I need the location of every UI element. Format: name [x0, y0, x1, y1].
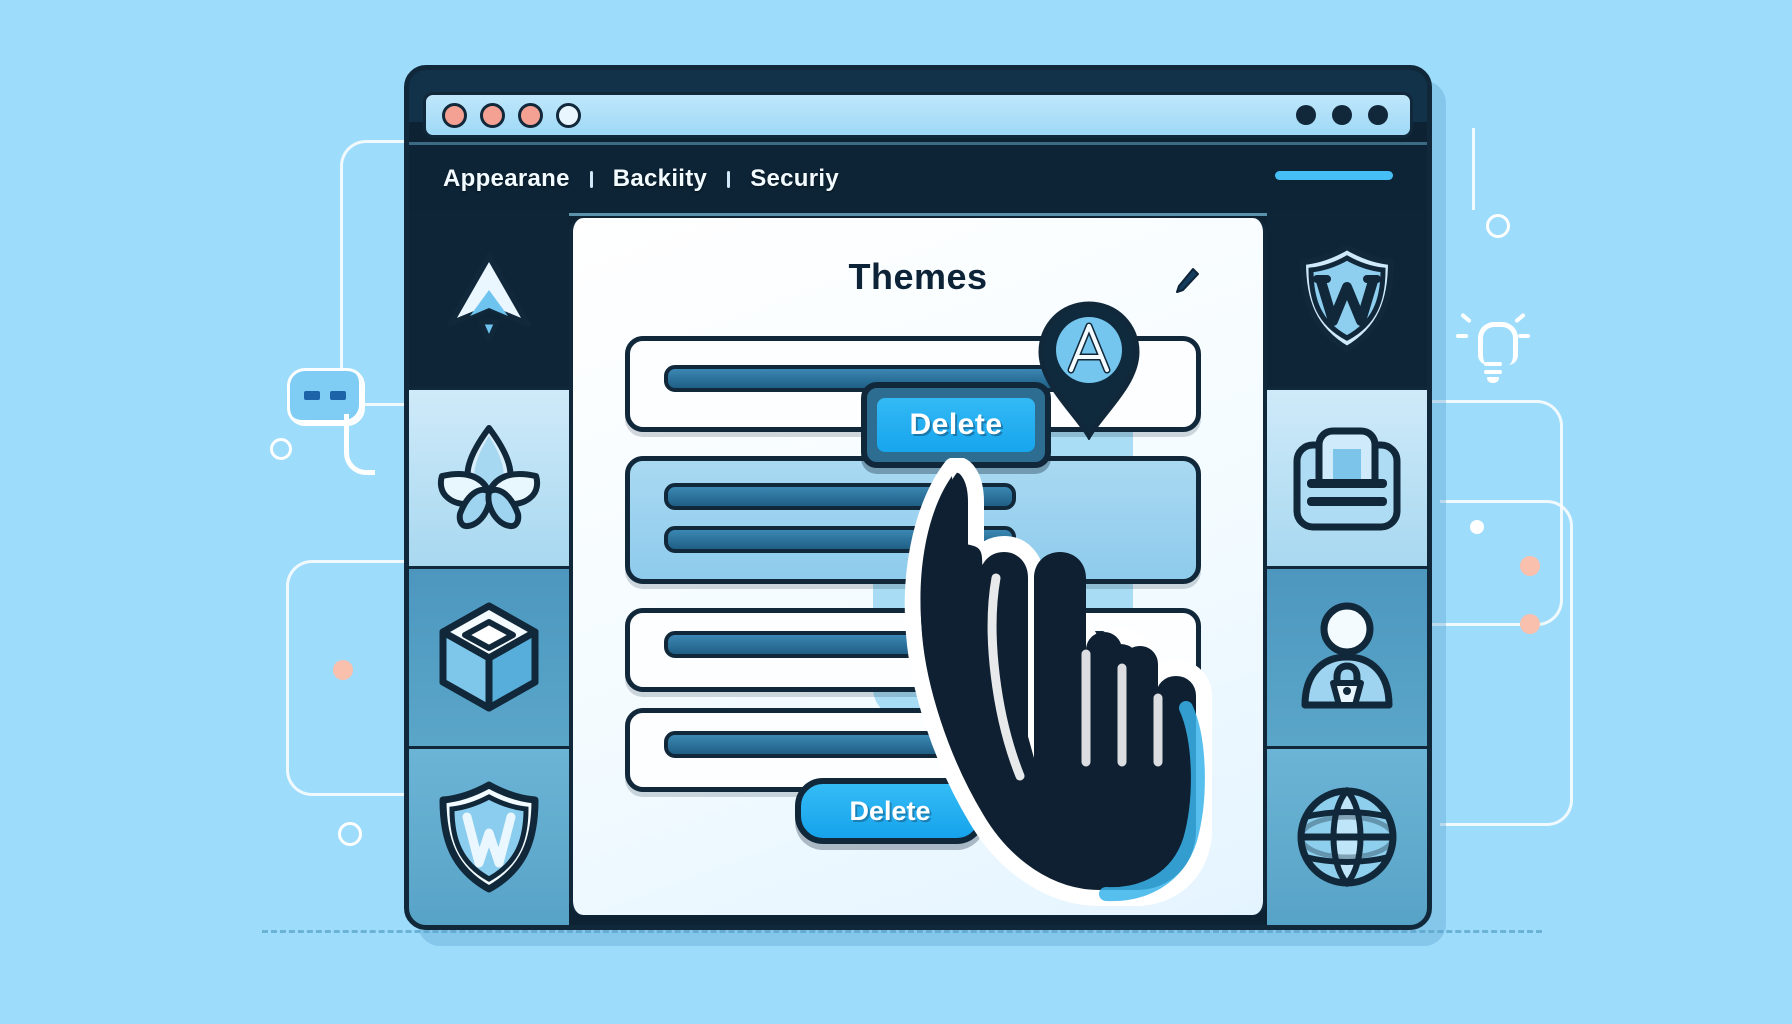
sidebar-item-users[interactable] — [1267, 569, 1427, 749]
globe-icon — [1295, 785, 1399, 889]
window-control-dots[interactable] — [442, 102, 581, 128]
lightbulb-ray-tl — [1460, 312, 1472, 324]
nav-separator-1 — [589, 170, 593, 188]
chat-bubble-bar-left — [304, 391, 320, 400]
lightbulb-icon — [1456, 312, 1530, 383]
lightbulb-base-2 — [1484, 370, 1502, 374]
delete-button[interactable]: Delete — [861, 382, 1051, 468]
hand-pointer-cursor — [900, 456, 1230, 958]
menu-dot-1[interactable] — [1296, 105, 1316, 125]
right-sidebar — [1267, 210, 1427, 925]
lightbulb-ray-tr — [1514, 312, 1526, 324]
nav-item-security[interactable]: Securiy — [750, 165, 839, 193]
left-sidebar — [409, 210, 569, 925]
deco-ring-left — [270, 438, 292, 460]
minimize-dot[interactable] — [480, 102, 505, 128]
sidebar-item-themes[interactable] — [409, 389, 569, 569]
navbar-items: Appearane Backiity Securiy — [443, 165, 839, 193]
wordpress-shield-icon — [1297, 243, 1397, 353]
sidebar-item-wordpress[interactable] — [1267, 210, 1427, 390]
shield-w-icon — [437, 781, 541, 893]
sidebar-item-site[interactable] — [1267, 748, 1427, 925]
main-navbar: Appearane Backiity Securiy — [409, 142, 1427, 216]
window-titlebar[interactable] — [423, 92, 1413, 138]
deco-vertical-right — [1472, 128, 1475, 210]
delete-button-label: Delete — [909, 408, 1003, 441]
maximize-dot[interactable] — [518, 102, 543, 128]
deco-dot-peach-2 — [1520, 556, 1540, 576]
window-menu-dots[interactable] — [1296, 105, 1388, 125]
leaf-flower-icon — [434, 422, 544, 534]
deco-ring-left-low — [338, 822, 362, 846]
deco-dot-peach-3 — [1520, 614, 1540, 634]
navbar-accent-pill — [1275, 171, 1393, 180]
illustration-stage: Appearane Backiity Securiy Themes Delete… — [0, 0, 1792, 1024]
lightbulb-base-1 — [1484, 362, 1502, 366]
cube-box-icon — [437, 601, 541, 713]
lightbulb-glass — [1478, 322, 1518, 365]
location-pin-a-icon — [1035, 300, 1143, 441]
sidebar-item-security[interactable] — [409, 748, 569, 925]
user-lock-icon — [1297, 601, 1397, 713]
arrow-up-triangle-icon — [446, 250, 532, 346]
close-dot[interactable] — [442, 102, 467, 128]
menu-dot-2[interactable] — [1332, 105, 1352, 125]
delete-button-inner: Delete — [877, 398, 1035, 452]
deco-dot-white-right — [1470, 520, 1484, 534]
sidebar-item-backups[interactable] — [1267, 389, 1427, 569]
chat-bubble-tail — [344, 414, 375, 475]
nav-item-appearance[interactable]: Appearane — [443, 165, 570, 193]
deco-dot-peach-1 — [333, 660, 353, 680]
chat-bubble-bar-right — [330, 391, 346, 400]
sidebar-item-plugins[interactable] — [409, 569, 569, 749]
lightbulb-tip — [1487, 377, 1499, 383]
lightbulb-ray-right — [1518, 334, 1530, 338]
menu-dot-3[interactable] — [1368, 105, 1388, 125]
sidebar-item-appearance[interactable] — [409, 210, 569, 390]
extra-dot[interactable] — [556, 102, 581, 128]
deco-ring-right-top — [1486, 214, 1510, 238]
clipboard-document-icon — [1291, 423, 1403, 533]
deco-connector-right-bottom — [1440, 500, 1573, 826]
nav-item-backup[interactable]: Backiity — [613, 165, 707, 193]
lightbulb-ray-left — [1456, 334, 1468, 338]
pencil-edit-icon[interactable] — [1173, 266, 1201, 301]
deco-connector-left-mid — [286, 560, 419, 796]
nav-separator-2 — [727, 170, 731, 188]
page-title: Themes — [848, 256, 988, 297]
